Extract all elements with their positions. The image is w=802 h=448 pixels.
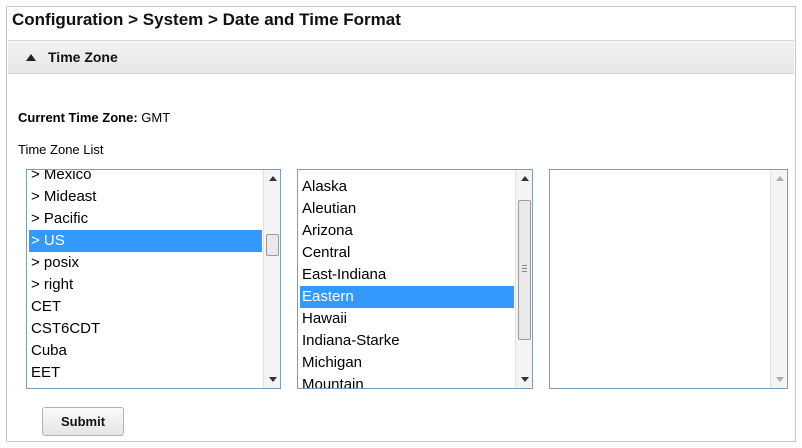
- region-listbox[interactable]: > Mexico > Mideast > Pacific > US > posix > r…: [26, 169, 281, 389]
- scroll-down-button[interactable]: [771, 371, 787, 388]
- grip-line: [522, 265, 527, 266]
- list-item[interactable]: Indiana-Starke: [300, 330, 514, 352]
- page-title: Configuration > System > Date and Time F…: [12, 10, 401, 29]
- list-item[interactable]: Eastern: [300, 286, 514, 308]
- list-item[interactable]: East-Indiana: [300, 264, 514, 286]
- arrow-up-icon: [268, 176, 277, 181]
- list-item[interactable]: Hawaii: [300, 308, 514, 330]
- list-item[interactable]: Michigan: [300, 352, 514, 374]
- list-item[interactable]: > Mideast: [29, 186, 262, 208]
- current-time-zone-label: Current Time Zone:: [18, 110, 138, 125]
- list-item[interactable]: > Mexico: [29, 170, 262, 186]
- list-item[interactable]: Alaska: [300, 176, 514, 198]
- list-item[interactable]: Central: [300, 242, 514, 264]
- arrow-down-icon: [268, 377, 277, 382]
- zone-scrollbar[interactable]: [515, 170, 532, 388]
- collapse-triangle-icon[interactable]: [26, 53, 36, 61]
- list-item[interactable]: EET: [29, 362, 262, 384]
- subzone-scrollbar[interactable]: [770, 170, 787, 388]
- grip-line: [522, 271, 527, 272]
- scroll-thumb[interactable]: [518, 200, 531, 340]
- arrow-down-icon: [775, 377, 784, 382]
- arrow-up-icon: [520, 176, 529, 181]
- scroll-up-button[interactable]: [771, 170, 787, 187]
- list-item[interactable]: Cuba: [29, 340, 262, 362]
- list-item[interactable]: Arizona: [300, 220, 514, 242]
- time-zone-list-label: Time Zone List: [18, 142, 104, 157]
- region-list: > Mexico > Mideast > Pacific > US > posix > r…: [29, 170, 262, 388]
- scroll-down-button[interactable]: [516, 371, 532, 388]
- region-scrollbar[interactable]: [263, 170, 280, 388]
- list-item[interactable]: > Pacific: [29, 208, 262, 230]
- scroll-down-button[interactable]: [264, 371, 280, 388]
- scroll-thumb[interactable]: [266, 234, 279, 256]
- list-item[interactable]: > US: [29, 230, 262, 252]
- current-time-zone-value: GMT: [141, 110, 171, 125]
- scroll-up-button[interactable]: [516, 170, 532, 187]
- grip-line: [522, 268, 527, 269]
- list-item[interactable]: CET: [29, 296, 262, 318]
- list-item[interactable]: Mountain: [300, 374, 514, 388]
- zone-list: Alaska Aleutian Arizona Central East-Indiana…: [300, 176, 514, 388]
- list-item[interactable]: > posix: [29, 252, 262, 274]
- current-time-zone: Current Time Zone: GMT: [18, 110, 170, 125]
- arrow-up-icon: [775, 176, 784, 181]
- section-header-time-zone[interactable]: Time Zone: [8, 40, 794, 74]
- arrow-down-icon: [520, 377, 529, 382]
- list-item[interactable]: Aleutian: [300, 198, 514, 220]
- list-item[interactable]: CST6CDT: [29, 318, 262, 340]
- list-item[interactable]: > right: [29, 274, 262, 296]
- section-title: Time Zone: [48, 49, 118, 65]
- zone-listbox[interactable]: Alaska Aleutian Arizona Central East-Indiana…: [297, 169, 533, 389]
- subzone-listbox[interactable]: [549, 169, 788, 389]
- list-item[interactable]: EST: [29, 384, 262, 388]
- scroll-up-button[interactable]: [264, 170, 280, 187]
- submit-button[interactable]: Submit: [42, 407, 124, 436]
